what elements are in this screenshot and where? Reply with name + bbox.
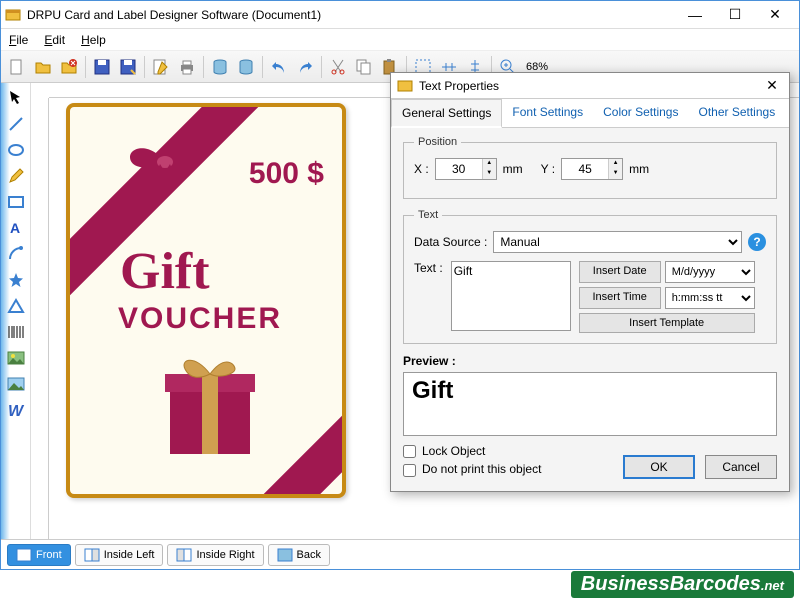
spin-down-icon[interactable]: ▼ [609, 169, 622, 179]
help-icon[interactable]: ? [748, 233, 766, 251]
save-as-icon[interactable] [116, 55, 140, 79]
line-tool-icon[interactable] [5, 113, 27, 135]
preview-label: Preview : [403, 354, 777, 368]
spin-up-icon[interactable]: ▲ [609, 159, 622, 169]
ruler-vertical [31, 98, 49, 539]
tab-inside-left[interactable]: Inside Left [75, 544, 164, 566]
preview-box: Gift [403, 372, 777, 436]
time-format-select[interactable]: h:mm:ss tt [665, 287, 755, 309]
zoom-level[interactable]: 68% [526, 61, 548, 73]
menu-file[interactable]: File [9, 33, 28, 47]
position-group: Position X : ▲▼ mm Y : ▲▼ mm [403, 136, 777, 199]
text-label: Text : [414, 261, 443, 275]
cancel-button[interactable]: Cancel [705, 455, 777, 479]
titlebar: DRPU Card and Label Designer Software (D… [1, 1, 799, 29]
dialog-tabs: General Settings Font Settings Color Set… [391, 99, 789, 128]
copy-icon[interactable] [352, 55, 376, 79]
database-icon[interactable] [208, 55, 232, 79]
star-tool-icon[interactable] [5, 269, 27, 291]
minimize-button[interactable]: — [675, 2, 715, 28]
maximize-button[interactable]: ☐ [715, 2, 755, 28]
close-doc-icon[interactable] [57, 55, 81, 79]
data-source-label: Data Source : [414, 235, 487, 249]
dialog-icon [397, 78, 413, 94]
text-input[interactable]: Gift [451, 261, 571, 331]
menubar: File Edit Help [1, 29, 799, 51]
page-tabs: Front Inside Left Inside Right Back [1, 539, 799, 569]
tab-other-settings[interactable]: Other Settings [688, 99, 785, 127]
pointer-tool-icon[interactable] [5, 87, 27, 109]
y-label: Y : [541, 162, 555, 176]
cut-icon[interactable] [326, 55, 350, 79]
y-input[interactable]: ▲▼ [561, 158, 623, 180]
insert-template-button[interactable]: Insert Template [579, 313, 755, 333]
new-icon[interactable] [5, 55, 29, 79]
window-title: DRPU Card and Label Designer Software (D… [27, 8, 675, 22]
save-icon[interactable] [90, 55, 114, 79]
edit-icon[interactable] [149, 55, 173, 79]
open-icon[interactable] [31, 55, 55, 79]
arc-tool-icon[interactable] [5, 243, 27, 265]
data-source-select[interactable]: Manual [493, 231, 742, 253]
tab-font-settings[interactable]: Font Settings [502, 99, 593, 127]
tab-back[interactable]: Back [268, 544, 330, 566]
tool-palette: A W [1, 83, 31, 539]
watermark: BusinessBarcodes.net [571, 571, 794, 598]
app-icon [5, 7, 21, 23]
tab-color-settings[interactable]: Color Settings [593, 99, 688, 127]
tab-general-settings[interactable]: General Settings [391, 99, 502, 128]
dialog-titlebar[interactable]: Text Properties ✕ [391, 73, 789, 99]
text-tool-icon[interactable]: A [5, 217, 27, 239]
close-button[interactable]: ✕ [755, 2, 795, 28]
gift-heading[interactable]: Gift [120, 242, 210, 301]
database2-icon[interactable] [234, 55, 258, 79]
ellipse-tool-icon[interactable] [5, 139, 27, 161]
redo-icon[interactable] [293, 55, 317, 79]
image-tool-icon[interactable] [5, 347, 27, 369]
svg-text:W: W [8, 403, 25, 419]
menu-help[interactable]: Help [81, 33, 106, 47]
x-label: X : [414, 162, 429, 176]
insert-date-button[interactable]: Insert Date [579, 261, 661, 283]
pencil-tool-icon[interactable] [5, 165, 27, 187]
amount-text[interactable]: 500 $ [249, 157, 324, 191]
date-format-select[interactable]: M/d/yyyy [665, 261, 755, 283]
design-canvas[interactable]: 500 $ Gift VOUCHER [66, 103, 346, 498]
bow-decoration [120, 132, 210, 197]
print-icon[interactable] [175, 55, 199, 79]
menu-edit[interactable]: Edit [44, 33, 65, 47]
triangle-tool-icon[interactable] [5, 295, 27, 317]
undo-icon[interactable] [267, 55, 291, 79]
spin-up-icon[interactable]: ▲ [483, 159, 496, 169]
picture-tool-icon[interactable] [5, 373, 27, 395]
text-properties-dialog: Text Properties ✕ General Settings Font … [390, 72, 790, 492]
svg-text:A: A [10, 220, 20, 236]
dialog-title: Text Properties [419, 79, 499, 93]
text-group: Text Data Source : Manual ? Text : Gift … [403, 209, 777, 344]
tab-inside-right[interactable]: Inside Right [167, 544, 263, 566]
tab-front[interactable]: Front [7, 544, 71, 566]
insert-time-button[interactable]: Insert Time [579, 287, 661, 309]
ok-button[interactable]: OK [623, 455, 695, 479]
rect-tool-icon[interactable] [5, 191, 27, 213]
spin-down-icon[interactable]: ▼ [483, 169, 496, 179]
voucher-heading[interactable]: VOUCHER [118, 302, 282, 336]
x-input[interactable]: ▲▼ [435, 158, 497, 180]
dialog-close-icon[interactable]: ✕ [761, 77, 783, 94]
giftbox-image[interactable] [150, 334, 270, 469]
barcode-tool-icon[interactable] [5, 321, 27, 343]
wordart-tool-icon[interactable]: W [5, 399, 27, 421]
